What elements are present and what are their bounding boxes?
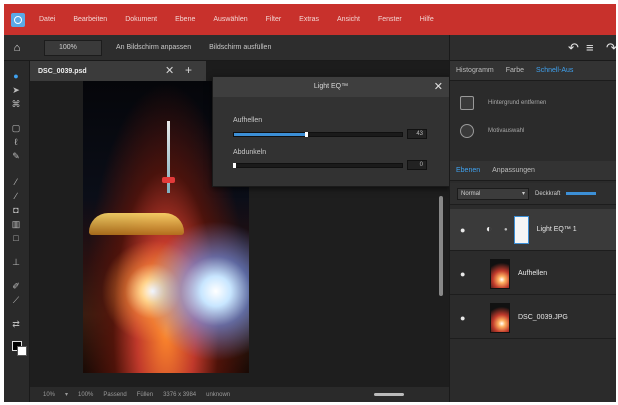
bucket-icon[interactable]: ◘ [10,205,22,216]
menu-dokument[interactable]: Dokument [125,16,157,23]
brighten-label: Aufhellen [233,117,263,124]
tab-farbe[interactable]: Farbe [500,67,530,74]
mask-thumbnail[interactable] [513,215,529,244]
magic-wand-icon[interactable]: ✎ [10,151,22,162]
brush-icon[interactable]: ⁄ [10,177,22,188]
menu-bearbeiten[interactable]: Bearbeiten [73,16,107,23]
circle-icon [460,96,474,110]
background-color-swatch[interactable] [17,346,27,356]
quick-action-remove-bg[interactable]: Hintergrund entfernen [450,91,616,115]
status-zoom[interactable]: 10% [43,392,55,398]
eye-icon[interactable]: ● [460,269,472,279]
clone-stamp-icon[interactable]: ⊥ [10,257,22,268]
app-logo-icon[interactable] [11,12,25,27]
document-tab[interactable]: DSC_0039.psd [30,61,206,81]
horizontal-scrollbar[interactable] [374,393,404,396]
fit-screen-button[interactable]: An Bildschirm anpassen [112,41,195,54]
quick-action-label: Hintergrund entfernen [488,100,547,106]
zoom-field[interactable]: 100% [44,39,102,56]
marquee-icon[interactable]: ▢ [10,123,22,134]
link-dot-icon: ● [504,226,508,233]
eye-icon[interactable]: ● [460,313,472,323]
layer-row-dsc[interactable]: ● DSC_0039.JPG [450,297,616,339]
layer-name: Light EQ™ 1 [536,226,577,233]
darken-slider-knob[interactable] [233,163,236,168]
adjustment-icon: ◐ [486,224,493,235]
smudge-icon[interactable]: ⟋ [10,295,22,306]
darken-slider[interactable] [233,163,403,168]
add-tab-icon[interactable]: + [185,63,192,77]
menu-bar: Datei Bearbeiten Dokument Ebene Auswähle… [4,4,616,35]
status-profile: unknown [206,391,231,398]
redo-icon[interactable]: ↷ [606,40,616,56]
quick-action-subject-select[interactable]: Motivauswahl [450,119,616,143]
layer-name: DSC_0039.JPG [518,314,568,321]
swap-colors-icon[interactable]: ⇄ [10,319,22,330]
layer-row-aufhellen[interactable]: ● Aufhellen [450,253,616,295]
layers-tabs: Ebenen Anpassungen [450,161,616,181]
layer-options-bar: Normal Deckkraft [450,183,616,205]
brighten-slider[interactable] [233,132,403,137]
tab-anpassungen[interactable]: Anpassungen [486,167,541,174]
shape-icon[interactable]: □ [10,233,22,244]
right-panel: Histogramm Farbe Schnell-Aus Hintergrund… [449,61,616,402]
opacity-slider[interactable] [566,192,597,195]
darken-label: Abdunkeln [233,149,267,156]
darken-value-field[interactable]: 0 [407,160,427,170]
menu-list-icon[interactable]: ≡ [586,40,594,55]
menu-ansicht[interactable]: Ansicht [337,16,360,23]
menu-fenster[interactable]: Fenster [378,16,402,23]
move-tool-icon[interactable]: ➤ [10,85,22,96]
brighten-slider-knob[interactable] [305,132,309,137]
menu-extras[interactable]: Extras [299,16,319,23]
tab-ebenen[interactable]: Ebenen [450,167,486,174]
close-tab-icon[interactable]: ✕ [165,64,174,77]
opacity-label: Deckkraft [535,190,561,197]
blend-mode-select[interactable]: Normal [457,187,529,200]
photo-tower-light [162,177,175,183]
status-dropdown[interactable]: ▾ [65,391,68,398]
status-bar: 10% ▾ 100% Passend Füllen 3376 x 3984 un… [30,387,449,402]
menu-ebene[interactable]: Ebene [175,16,195,23]
right-top-toolbar: ↶ ≡ ↷ [449,35,616,61]
layer-thumbnail [490,258,510,289]
status-100[interactable]: 100% [78,392,93,398]
lasso-icon[interactable]: ℓ [10,137,22,148]
fill-screen-button[interactable]: Bildschirm ausfüllen [205,41,275,54]
undo-icon[interactable]: ↶ [568,40,579,56]
gradient-icon[interactable]: ▥ [10,219,22,230]
menu-filter[interactable]: Filter [266,16,282,23]
app-window: Datei Bearbeiten Dokument Ebene Auswähle… [4,4,616,402]
vertical-scrollbar[interactable] [439,196,443,296]
eraser-icon[interactable]: ✐ [10,281,22,292]
brighten-value-field[interactable]: 43 [407,129,427,139]
layer-name: Aufhellen [518,270,548,277]
menu-auswaehlen[interactable]: Auswählen [213,16,247,23]
toolbox: ● ➤ ⌘ ▢ ℓ ✎ ⁄ ∕ ◘ ▥ □ ⊥ ✐ ⟋ ⇄ [4,61,30,402]
pencil-icon[interactable]: ∕ [10,191,22,202]
light-eq-dialog: Light EQ™ ✕ Aufhellen 43 Abdunkeln 0 [212,76,450,187]
menu-hilfe[interactable]: Hilfe [420,16,434,23]
panel-tabs: Histogramm Farbe Schnell-Aus [450,61,616,81]
quick-action-label: Motivauswahl [488,128,525,134]
home-icon[interactable]: ⌂ [4,35,30,61]
options-bar: ⌂ 100% An Bildschirm anpassen Bildschirm… [4,35,449,61]
menu-datei[interactable]: Datei [39,16,55,23]
status-dimensions: 3376 x 3984 [163,391,197,398]
dialog-close-icon[interactable]: ✕ [434,80,443,93]
status-fill[interactable]: Füllen [137,392,153,398]
document-tab-title: DSC_0039.psd [38,67,87,75]
transform-icon[interactable]: ⌘ [10,99,22,110]
tab-schnell-aus[interactable]: Schnell-Aus [530,67,579,74]
layer-thumbnail [490,302,510,333]
status-fit[interactable]: Passend [103,392,126,398]
brighten-slider-fill [234,133,307,136]
photo-canopy [89,213,184,235]
droplet-icon[interactable]: ● [10,71,22,82]
cursor-select-icon [460,124,474,138]
dialog-title: Light EQ™ [213,77,449,97]
layer-row-light-eq[interactable]: ● ◐ ● Light EQ™ 1 [450,209,616,251]
tab-histogramm[interactable]: Histogramm [450,67,500,74]
eye-icon[interactable]: ● [460,225,472,235]
